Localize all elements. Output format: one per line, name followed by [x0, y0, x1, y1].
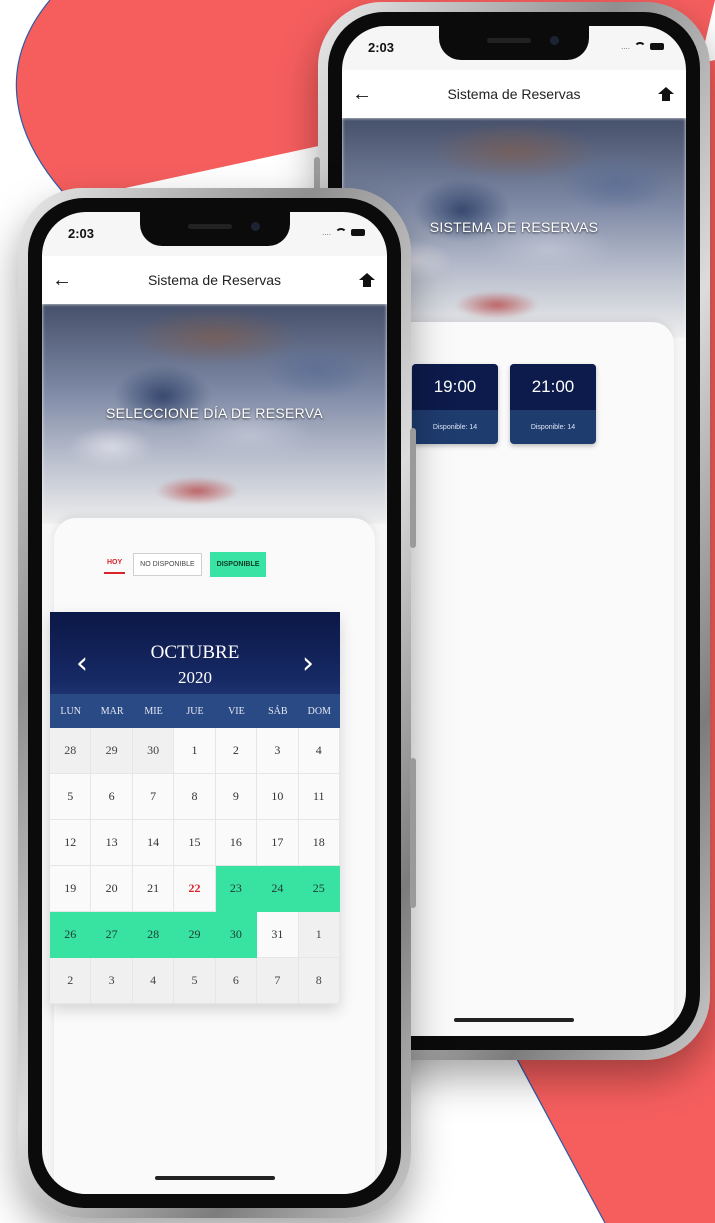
calendar-day[interactable]: 4 [298, 728, 340, 774]
wifi-icon [634, 42, 646, 51]
hero-image: SELECCIONE DÍA DE RESERVA [42, 304, 387, 524]
calendar-day-today[interactable]: 22 [174, 866, 216, 912]
time-slot[interactable]: 19:00 Disponible: 14 [412, 364, 498, 444]
calendar-header: ‹ OCTUBRE 2020 › LUN MAR MIE JUE VIE SÁB… [50, 612, 340, 728]
signal-icon: .... [621, 42, 630, 51]
time-slots: 19:00 Disponible: 14 21:00 Disponible: 1… [412, 364, 596, 444]
weekday-label: LUN [60, 705, 81, 717]
home-indicator[interactable] [454, 1018, 574, 1022]
time-slot[interactable]: 21:00 Disponible: 14 [510, 364, 596, 444]
back-arrow-icon[interactable]: ← [42, 269, 82, 292]
calendar-day[interactable]: 6 [215, 958, 258, 1004]
calendar-month: OCTUBRE [150, 642, 240, 663]
status-time: 2:03 [68, 226, 95, 241]
calendar-day[interactable]: 8 [298, 958, 340, 1004]
calendar-day[interactable]: 19 [50, 866, 92, 912]
nav-bar: ← Sistema de Reservas [42, 256, 387, 304]
calendar-day[interactable]: 4 [132, 958, 175, 1004]
home-icon [658, 87, 674, 101]
status-time: 2:03 [368, 40, 395, 55]
battery-icon [650, 43, 664, 50]
calendar-day[interactable]: 12 [50, 820, 92, 866]
chevron-right-icon[interactable]: › [302, 646, 314, 681]
calendar-year: 2020 [178, 668, 212, 687]
weekday-label: JUE [186, 705, 204, 717]
side-button [410, 758, 416, 908]
calendar-day[interactable]: 17 [257, 820, 299, 866]
calendar-day[interactable]: 5 [50, 774, 92, 820]
calendar-day[interactable]: 2 [50, 958, 92, 1004]
calendar: ‹ OCTUBRE 2020 › LUN MAR MIE JUE VIE SÁB… [50, 612, 340, 1004]
calendar-day[interactable]: 7 [132, 774, 175, 820]
calendar-day[interactable]: 28 [50, 728, 92, 774]
slot-time: 21:00 [510, 364, 596, 410]
front-phone-screen: 2:03 .... ← Sistema de Reservas SELECCIO… [42, 212, 387, 1194]
calendar-day[interactable]: 8 [174, 774, 216, 820]
nav-bar: ← Sistema de Reservas [342, 70, 686, 118]
home-icon [359, 273, 375, 287]
slot-time: 19:00 [412, 364, 498, 410]
weekday-label: MAR [100, 705, 124, 717]
calendar-day[interactable]: 31 [257, 912, 299, 958]
front-phone: 2:03 .... ← Sistema de Reservas SELECCIO… [18, 188, 416, 1218]
calendar-day-available[interactable]: 30 [215, 912, 258, 958]
slot-availability: Disponible: 14 [432, 423, 478, 431]
wifi-icon [335, 228, 347, 237]
page-title: Sistema de Reservas [447, 86, 581, 102]
weekday-label: VIE [228, 705, 245, 717]
battery-icon [351, 229, 365, 236]
weekday-header: LUN MAR MIE JUE VIE SÁB DOM [50, 694, 340, 728]
calendar-day-available[interactable]: 29 [174, 912, 216, 958]
calendar-grid: 28 29 30 1 2 3 4 5 6 7 8 9 10 11 12 13 1… [50, 728, 340, 1004]
calendar-day[interactable]: 29 [91, 728, 133, 774]
home-button[interactable] [347, 273, 387, 287]
hero-label: SELECCIONE DÍA DE RESERVA [105, 405, 324, 422]
page-title: Sistema de Reservas [147, 272, 282, 288]
calendar-day-available[interactable]: 28 [132, 912, 175, 958]
calendar-day[interactable]: 9 [215, 774, 258, 820]
legend-unavailable: NO DISPONIBLE [133, 553, 202, 576]
calendar-day-available[interactable]: 25 [298, 866, 340, 912]
calendar-day[interactable]: 20 [91, 866, 133, 912]
calendar-day[interactable]: 13 [91, 820, 133, 866]
signal-icon: .... [322, 228, 331, 237]
weekday-label: DOM [307, 705, 331, 717]
calendar-day[interactable]: 30 [132, 728, 175, 774]
calendar-legend: HOY NO DISPONIBLE DISPONIBLE [104, 552, 267, 577]
calendar-day[interactable]: 18 [298, 820, 340, 866]
home-indicator[interactable] [154, 1176, 275, 1180]
calendar-day[interactable]: 10 [257, 774, 299, 820]
weekday-label: SÁB [268, 705, 288, 717]
calendar-day-available[interactable]: 24 [257, 866, 299, 912]
calendar-day[interactable]: 2 [215, 728, 258, 774]
calendar-day[interactable]: 3 [91, 958, 133, 1004]
calendar-day[interactable]: 15 [174, 820, 216, 866]
calendar-day[interactable]: 1 [298, 912, 340, 958]
calendar-day[interactable]: 5 [174, 958, 216, 1004]
calendar-day[interactable]: 1 [174, 728, 216, 774]
notch [139, 212, 290, 246]
calendar-day[interactable]: 21 [132, 866, 175, 912]
calendar-day[interactable]: 3 [257, 728, 299, 774]
power-button [410, 428, 416, 548]
home-button[interactable] [646, 87, 686, 101]
weekday-label: MIE [144, 705, 163, 717]
legend-today: HOY [104, 555, 126, 574]
back-arrow-icon[interactable]: ← [342, 83, 382, 106]
calendar-day[interactable]: 6 [91, 774, 133, 820]
slot-availability: Disponible: 14 [530, 423, 576, 431]
calendar-day-available[interactable]: 23 [215, 866, 258, 912]
calendar-day[interactable]: 14 [132, 820, 175, 866]
legend-available: DISPONIBLE [209, 552, 267, 577]
notch [439, 26, 589, 60]
calendar-day[interactable]: 16 [215, 820, 258, 866]
calendar-day-available[interactable]: 27 [91, 912, 133, 958]
content-card: HOY NO DISPONIBLE DISPONIBLE ‹ OCTUBRE 2… [50, 518, 375, 1194]
calendar-day-available[interactable]: 26 [50, 912, 92, 958]
calendar-day[interactable]: 7 [257, 958, 299, 1004]
calendar-day[interactable]: 11 [298, 774, 340, 820]
